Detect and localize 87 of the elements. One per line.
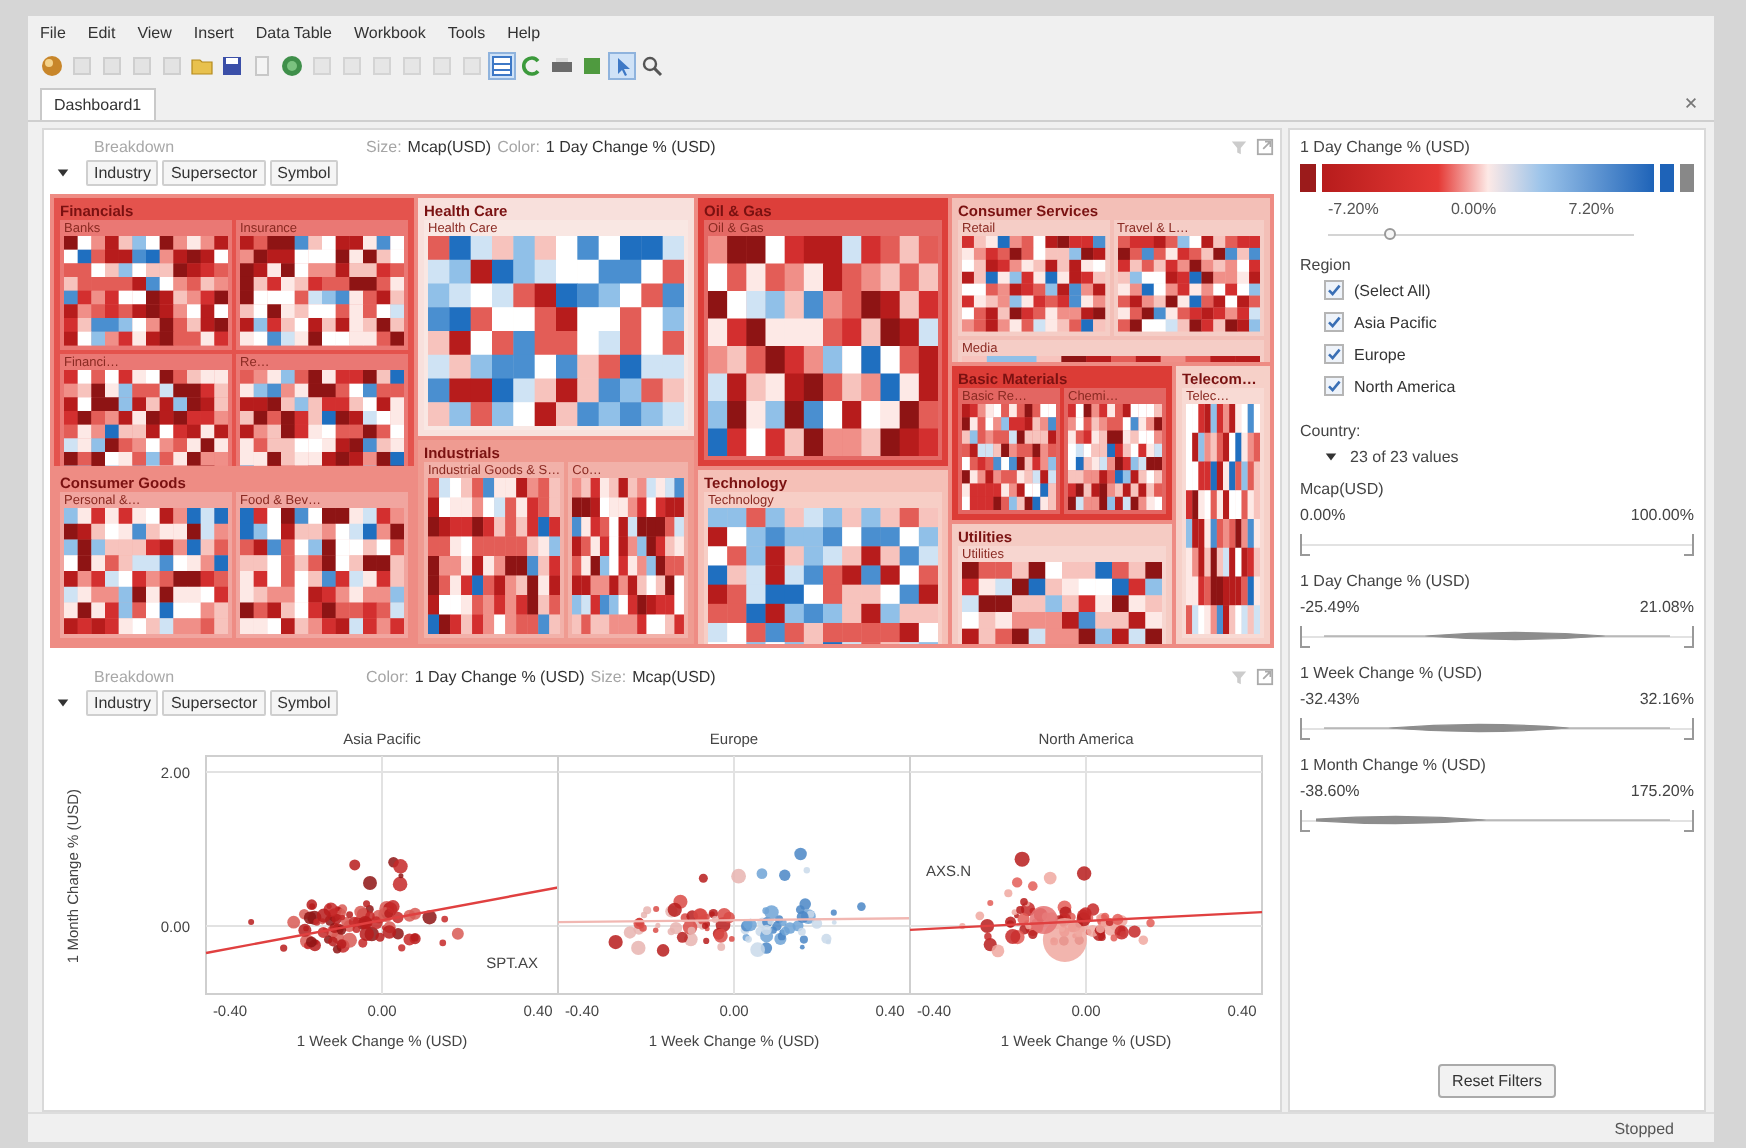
high-color-swatch[interactable] — [1660, 164, 1674, 192]
range-max: 175.20% — [1630, 782, 1694, 800]
caret-icon[interactable] — [1324, 450, 1338, 464]
scale-max: 7.20% — [1568, 200, 1614, 218]
caret-icon[interactable] — [56, 166, 70, 180]
menu-item[interactable]: Workbook — [354, 23, 426, 41]
close-icon[interactable] — [1684, 96, 1698, 110]
size-label: Size: — [366, 137, 402, 155]
hierarchy-button[interactable]: Symbol — [269, 160, 339, 186]
range-min: -25.49% — [1300, 598, 1360, 616]
menu-item[interactable]: Data Table — [255, 23, 333, 41]
checkbox-label[interactable]: Asia Pacific — [1354, 313, 1437, 331]
breakdown-label: Breakdown — [92, 667, 177, 685]
menu-item[interactable]: File — [40, 23, 66, 41]
size-value[interactable]: Mcap(USD) — [632, 667, 716, 685]
menu-item[interactable]: Edit — [87, 23, 116, 41]
heatmap-tiles-drawing — [1068, 404, 1162, 510]
range-min: -38.60% — [1300, 782, 1360, 800]
country-selector[interactable]: 23 of 23 values — [1350, 448, 1459, 466]
hierarchy-button[interactable]: Industry — [86, 690, 159, 716]
range-handle[interactable] — [1684, 626, 1694, 648]
pointer-icon[interactable] — [610, 54, 634, 78]
search-icon[interactable] — [640, 54, 664, 78]
color-label: Color: — [366, 667, 409, 685]
filter-title: Region — [1300, 256, 1351, 274]
scale-mid: 0.00% — [1450, 200, 1497, 218]
range-handle[interactable] — [1684, 810, 1694, 832]
hierarchy-button[interactable]: Symbol — [269, 690, 339, 716]
expand-icon[interactable] — [1256, 137, 1274, 155]
filter-icon[interactable] — [1230, 137, 1248, 155]
range-handle[interactable] — [1300, 810, 1310, 832]
range-max: 32.16% — [1639, 690, 1694, 708]
legend-title: 1 Day Change % (USD) — [1300, 138, 1470, 156]
color-value[interactable]: 1 Day Change % (USD) — [414, 667, 585, 685]
filter-title: 1 Day Change % (USD) — [1300, 572, 1470, 590]
color-label: Color: — [497, 137, 540, 155]
menu-item[interactable]: View — [137, 23, 172, 41]
menu-item[interactable]: Insert — [193, 23, 234, 41]
heatmap-tiles-drawing — [962, 404, 1056, 510]
scale-min: -7.20% — [1328, 200, 1379, 218]
hierarchy-button[interactable]: Industry — [86, 160, 159, 186]
range-max: 21.08% — [1639, 598, 1694, 616]
status-text: Stopped — [1614, 1119, 1674, 1137]
range-handle[interactable] — [1684, 534, 1694, 556]
range-min: -32.43% — [1300, 690, 1360, 708]
empty-color-swatch[interactable] — [1680, 164, 1694, 192]
range-handle[interactable] — [1684, 718, 1694, 740]
hierarchy-button[interactable]: Supersector — [162, 690, 266, 716]
menu-item[interactable]: Tools — [447, 23, 486, 41]
checkbox[interactable] — [1324, 344, 1344, 364]
checkbox[interactable] — [1324, 376, 1344, 396]
heatmap-tiles-drawing — [962, 236, 1105, 332]
heatmap-tiles-drawing — [1117, 236, 1260, 332]
expand-icon[interactable] — [1256, 667, 1274, 685]
checkbox[interactable] — [1324, 312, 1344, 332]
dashboard-tab[interactable]: Dashboard1 — [40, 88, 156, 120]
ball-icon[interactable] — [40, 54, 64, 78]
range-handle[interactable] — [1300, 534, 1310, 556]
breakdown-label: Breakdown — [92, 137, 177, 155]
size-label: Size: — [590, 667, 627, 685]
checkbox-label[interactable]: (Select All) — [1354, 281, 1431, 299]
filter-title: Country: — [1300, 422, 1361, 440]
checkbox-label[interactable]: Europe — [1354, 345, 1406, 363]
filter-title: 1 Month Change % (USD) — [1300, 756, 1486, 774]
refresh-icon[interactable] — [520, 54, 544, 78]
save-icon[interactable] — [220, 54, 244, 78]
filter-title: Mcap(USD) — [1300, 480, 1384, 498]
range-handle[interactable] — [1300, 626, 1310, 648]
checkbox-label[interactable]: North America — [1354, 377, 1456, 395]
filter-title: 1 Week Change % (USD) — [1300, 664, 1482, 682]
color-value[interactable]: 1 Day Change % (USD) — [545, 137, 716, 155]
square-icon[interactable] — [580, 54, 604, 78]
table-icon[interactable] — [490, 54, 514, 78]
range-max: 100.00% — [1630, 506, 1694, 524]
slider-thumb[interactable] — [1383, 228, 1396, 240]
globe-icon[interactable] — [280, 54, 304, 78]
printer-icon[interactable] — [550, 54, 574, 78]
low-color-swatch[interactable] — [1300, 164, 1316, 192]
reset-filters-button[interactable]: Reset Filters — [1438, 1064, 1556, 1098]
checkbox[interactable] — [1324, 280, 1344, 300]
menu-item[interactable]: Help — [507, 23, 541, 41]
hierarchy-button[interactable]: Supersector — [162, 160, 266, 186]
range-min: 0.00% — [1300, 506, 1346, 524]
filter-icon[interactable] — [1230, 667, 1248, 685]
caret-icon[interactable] — [56, 696, 70, 710]
size-value[interactable]: Mcap(USD) — [407, 137, 492, 155]
range-handle[interactable] — [1300, 718, 1310, 740]
